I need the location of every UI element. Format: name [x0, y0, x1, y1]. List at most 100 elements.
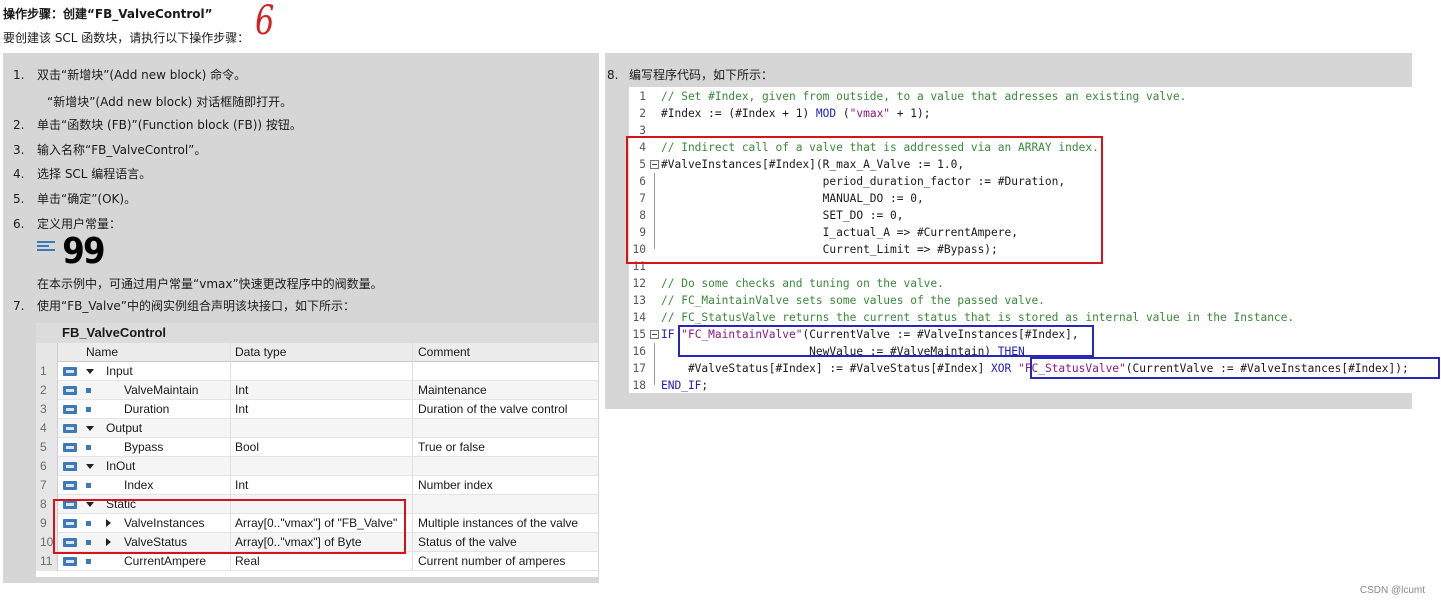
header-name: Name	[86, 345, 119, 359]
row-data-type: Bool	[230, 438, 412, 457]
row-name: ValveMaintain	[124, 383, 199, 397]
code-line: 12 // Do some checks and tuning on the va…	[629, 275, 1437, 292]
block-icon	[63, 476, 79, 495]
interface-row[interactable]: 6 InOut	[36, 457, 598, 476]
row-name: Output	[106, 421, 143, 435]
interface-row[interactable]: 4 Output	[36, 419, 598, 438]
row-name: Bypass	[124, 440, 164, 454]
step-5: 5. 单击“确定”(OK)。	[13, 192, 137, 206]
block-icon	[63, 381, 79, 400]
code-line: 18 END_IF;	[629, 377, 1437, 394]
block-icon	[63, 438, 79, 457]
interface-title: FB_ValveControl	[36, 323, 598, 343]
row-number: 2	[36, 381, 58, 400]
row-name: InOut	[106, 459, 136, 473]
row-comment: Number index	[412, 476, 598, 495]
code-text: // Do some checks and tuning on the valv…	[661, 277, 944, 290]
interface-row[interactable]: 2 ValveMaintain Int Maintenance	[36, 381, 598, 400]
expand-arrow-icon[interactable]	[86, 464, 94, 469]
block-icon	[63, 419, 79, 438]
step-3: 3. 输入名称“FB_ValveControl”。	[13, 143, 207, 157]
row-data-type	[230, 457, 412, 476]
block-icon	[63, 400, 79, 419]
line-number: 15	[632, 328, 646, 341]
fold-toggle-icon[interactable]	[650, 330, 659, 339]
interface-row[interactable]: 11 CurrentAmpere Real Current number of amp…	[36, 552, 598, 571]
row-comment	[412, 362, 598, 381]
line-number: 2	[639, 107, 646, 120]
row-number: 1	[36, 362, 58, 381]
row-data-type	[230, 362, 412, 381]
code-line: 1 // Set #Index, given from outside, to a…	[629, 88, 1437, 105]
expand-arrow-icon[interactable]	[86, 426, 94, 431]
code-text: END_IF;	[661, 379, 709, 392]
code-line: 14 // FC_StatusValve returns the current …	[629, 309, 1437, 326]
line-number: 17	[632, 362, 646, 375]
highlight-indirect-call-box	[626, 136, 1103, 264]
row-data-type: Real	[230, 552, 412, 571]
row-number: 11	[36, 552, 58, 571]
block-icon	[63, 552, 79, 571]
block-icon	[63, 457, 79, 476]
step-4: 4. 选择 SCL 编程语言。	[13, 167, 152, 181]
page-subtitle: 要创建该 SCL 函数块，请执行以下操作步骤：	[3, 31, 250, 45]
code-text: // FC_StatusValve returns the current st…	[661, 311, 1295, 324]
code-line: 2 #Index := (#Index + 1) MOD ("vmax" + 1)…	[629, 105, 1437, 122]
step-6: 6. 定义用户常量：	[13, 217, 122, 231]
fold-guide	[654, 343, 655, 385]
interface-header-row: Name Data type Comment	[36, 343, 598, 362]
line-number: 16	[632, 345, 646, 358]
highlight-status-call-box	[1030, 357, 1440, 379]
step-8: 8. 编写程序代码，如下所示：	[607, 68, 774, 82]
line-number: 1	[639, 90, 646, 103]
row-data-type: Int	[230, 381, 412, 400]
interface-row[interactable]: 5 Bypass Bool True or false	[36, 438, 598, 457]
interface-row[interactable]: 7 Index Int Number index	[36, 476, 598, 495]
interface-row[interactable]: 3 Duration Int Duration of the valve contro…	[36, 400, 598, 419]
line-number: 18	[632, 379, 646, 392]
page-title: 操作步骤：创建“FB_ValveControl”	[3, 7, 213, 21]
line-number: 14	[632, 311, 646, 324]
row-name: Index	[124, 478, 154, 492]
row-comment: Current number of amperes	[412, 552, 598, 571]
header-type: Data type	[230, 343, 412, 362]
watermark: CSDN @lcumt	[1359, 585, 1425, 596]
line-number: 13	[632, 294, 646, 307]
handwritten-annotation-6: 6	[255, 0, 275, 44]
row-comment: Multiple instances of the valve	[412, 514, 598, 533]
step-6-sub: 在本示例中，可通过用户常量“vmax”快速更改程序中的阀数量。	[37, 277, 383, 291]
row-comment: Maintenance	[412, 381, 598, 400]
row-number: 5	[36, 438, 58, 457]
step-7: 7. 使用“FB_Valve”中的阀实例组合声明该块接口，如下所示：	[13, 299, 356, 313]
row-number: 7	[36, 476, 58, 495]
variable-icon	[86, 445, 91, 450]
line-number: 12	[632, 277, 646, 290]
row-comment	[412, 419, 598, 438]
highlight-maintain-call-box	[678, 325, 1094, 357]
row-comment: Duration of the valve control	[412, 400, 598, 419]
variable-icon	[86, 388, 91, 393]
row-data-type: Int	[230, 476, 412, 495]
row-data-type	[230, 419, 412, 438]
row-name: CurrentAmpere	[124, 554, 207, 568]
variable-icon	[86, 559, 91, 564]
header-comment: Comment	[412, 343, 598, 362]
row-number: 3	[36, 400, 58, 419]
header-num	[36, 343, 58, 362]
code-text: // FC_MaintainValve sets some values of …	[661, 294, 1045, 307]
step-1: 1. 双击“新增块”(Add new block) 命令。	[13, 68, 247, 82]
step-1-sub: “新增块”(Add new block) 对话框随即打开。	[47, 95, 293, 109]
row-comment	[412, 495, 598, 514]
variable-icon	[86, 483, 91, 488]
row-comment	[412, 457, 598, 476]
code-line: 13 // FC_MaintainValve sets some values o…	[629, 292, 1437, 309]
expand-arrow-icon[interactable]	[86, 369, 94, 374]
row-name: Input	[106, 364, 133, 378]
code-text: // Set #Index, given from outside, to a …	[661, 90, 1187, 103]
interface-row[interactable]: 1 Input	[36, 362, 598, 381]
code-text: #Index := (#Index + 1) MOD ("vmax" + 1);	[661, 107, 931, 120]
row-comment: Status of the valve	[412, 533, 598, 552]
row-data-type: Int	[230, 400, 412, 419]
row-name: Duration	[124, 402, 170, 416]
step-2: 2. 单击“函数块 (FB)”(Function block (FB)) 按钮。	[13, 118, 302, 132]
